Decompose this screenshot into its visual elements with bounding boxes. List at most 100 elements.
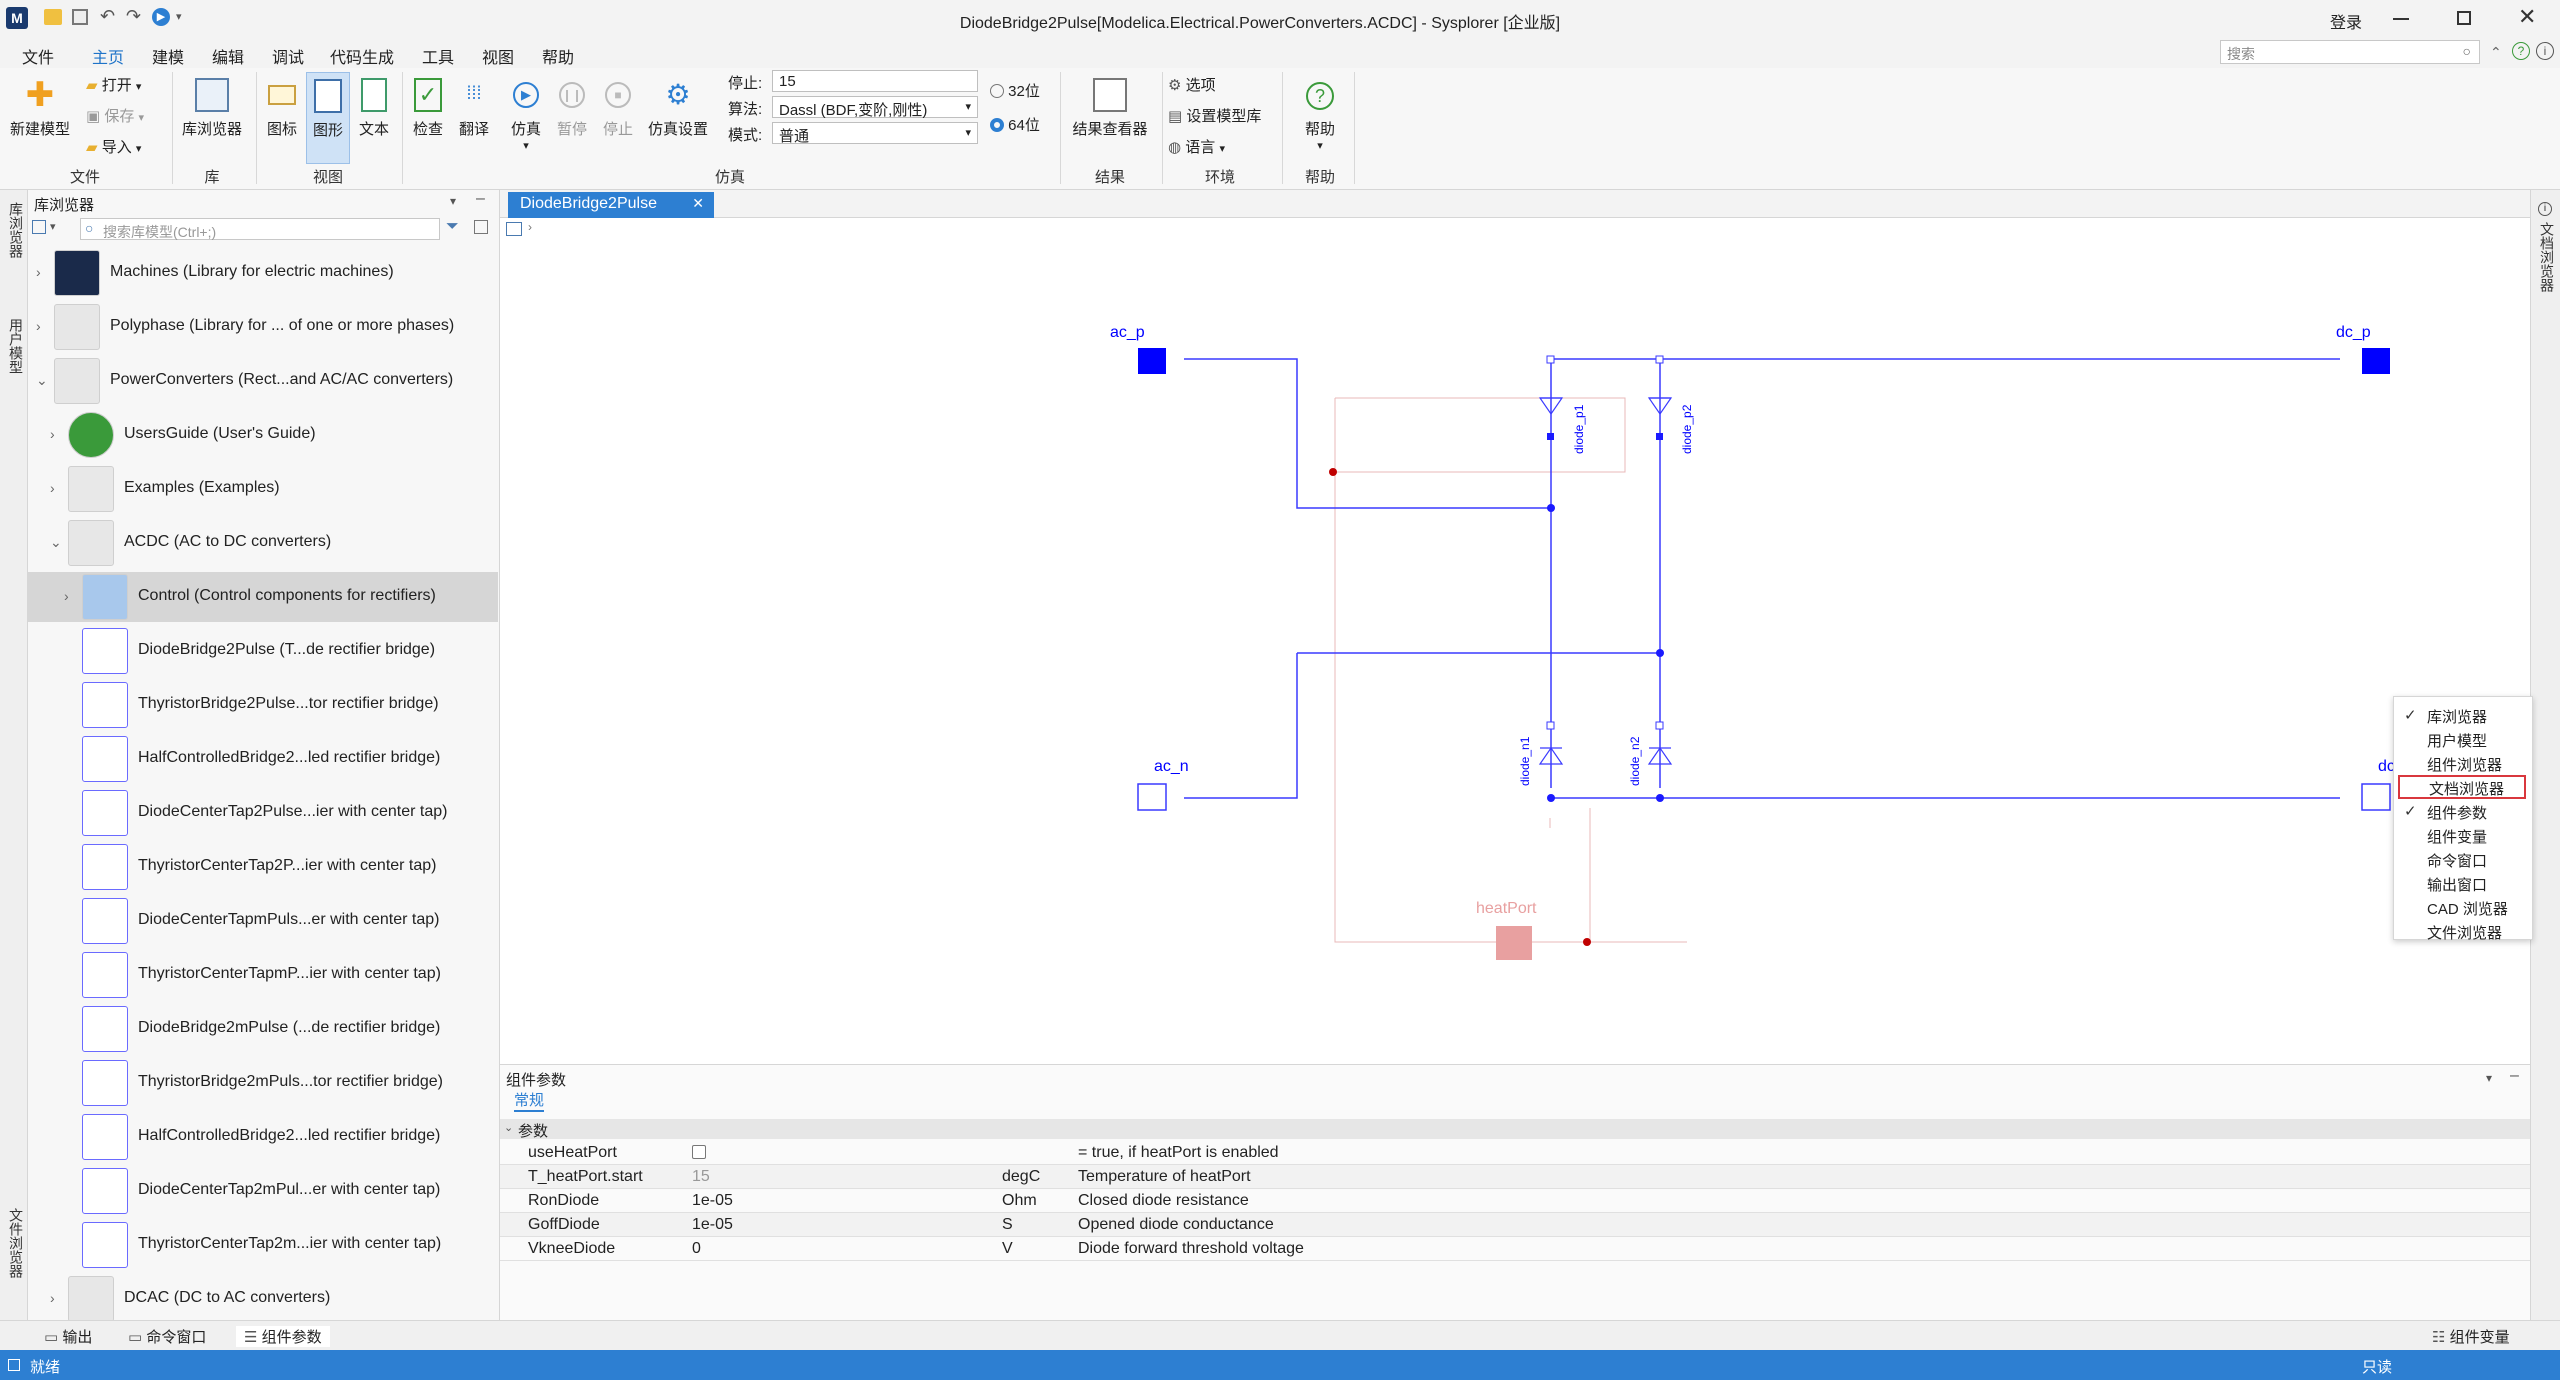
context-menu-item[interactable]: 文档浏览器 <box>2398 775 2526 799</box>
param-value[interactable]: 15 <box>692 1168 710 1186</box>
chevron-right-icon[interactable]: › <box>36 264 41 280</box>
tab-output[interactable]: ▭ 输出 <box>44 1326 92 1347</box>
params-section-header[interactable]: ⌄ 参数 <box>500 1119 2530 1140</box>
pause-button[interactable]: ❙❙ 暂停 <box>550 78 594 139</box>
panel-minimize-icon[interactable]: – <box>476 190 485 208</box>
menu-codegen[interactable]: 代码生成 <box>330 42 394 70</box>
set-library-button[interactable]: ▤ 设置模型库 <box>1168 105 1261 126</box>
diagram-canvas[interactable]: › ac_p dc_p ac_n heatPort diode_p1 diode… <box>500 218 2530 1064</box>
global-search-input[interactable]: 搜索 ○ <box>2220 40 2480 64</box>
param-value[interactable]: 1e-05 <box>692 1192 733 1210</box>
new-model-button[interactable]: ✚ 新建模型 <box>8 78 72 139</box>
library-tree-item[interactable]: › Polyphase (Library for ... of one or mo… <box>28 302 498 352</box>
collapse-ribbon-icon[interactable]: ⌃ <box>2490 44 2502 61</box>
menu-modeling[interactable]: 建模 <box>152 42 184 70</box>
params-tab-general[interactable]: 常规 <box>514 1089 545 1112</box>
doc-browser-side-tab[interactable]: 文档浏览器 <box>2537 222 2557 292</box>
chevron-right-icon[interactable]: › <box>50 480 55 496</box>
diagram-view-button[interactable]: 图形 <box>306 72 350 164</box>
context-menu-item[interactable]: 命令窗口 <box>2394 847 2532 871</box>
menu-help[interactable]: 帮助 <box>542 42 574 70</box>
minimize-icon[interactable] <box>2393 18 2409 20</box>
context-menu-item[interactable]: 文件浏览器 <box>2394 919 2532 943</box>
options-button[interactable]: ⚙ 选项 <box>1168 74 1216 95</box>
library-tree-item[interactable]: HalfControlledBridge2...led rectifier br… <box>28 1112 498 1162</box>
stop-button[interactable]: ■ 停止 <box>596 78 640 139</box>
context-menu-item[interactable]: 组件变量 <box>2394 823 2532 847</box>
simulate-button[interactable]: ▶ 仿真 ▾ <box>504 78 548 152</box>
user-model-side-tab[interactable]: 用户模型 <box>6 318 26 374</box>
chevron-down-icon[interactable]: ⌄ <box>50 534 62 551</box>
mode-select[interactable]: 普通 ▾ <box>772 122 978 145</box>
library-tree-item[interactable]: ⌄ ACDC (AC to DC converters) <box>28 518 498 568</box>
help-icon[interactable]: ? <box>2512 42 2530 60</box>
context-menu-item[interactable]: CAD 浏览器 <box>2394 895 2532 919</box>
library-tree-item[interactable]: › Examples (Examples) <box>28 464 498 514</box>
params-menu-icon[interactable]: ▾ <box>2486 1071 2492 1085</box>
param-value[interactable]: 0 <box>692 1240 701 1258</box>
menu-debug[interactable]: 调试 <box>272 42 304 70</box>
translate-button[interactable]: ⁞⁞⁞ 翻译 <box>452 78 496 139</box>
context-menu-item[interactable]: 组件浏览器 <box>2394 751 2532 775</box>
open-button[interactable]: ▰ 打开 ▾ <box>86 74 141 95</box>
library-tree-item[interactable]: ThyristorBridge2Pulse...tor rectifier br… <box>28 680 498 730</box>
tab-command[interactable]: ▭ 命令窗口 <box>128 1326 206 1347</box>
chevron-right-icon[interactable]: › <box>50 1290 55 1306</box>
close-icon[interactable]: ✕ <box>2518 4 2536 30</box>
library-tree-item[interactable]: ⌄ PowerConverters (Rect...and AC/AC conve… <box>28 356 498 406</box>
import-button[interactable]: ▰ 导入 ▾ <box>86 136 141 157</box>
library-tree-item[interactable]: DiodeBridge2mPulse (...de rectifier brid… <box>28 1004 498 1054</box>
save-button[interactable]: ▣ 保存 ▾ <box>86 105 144 126</box>
library-tree-item[interactable]: › DCAC (DC to AC converters) <box>28 1274 498 1324</box>
bit32-radio[interactable]: 32位 <box>990 80 1040 101</box>
param-value[interactable]: 1e-05 <box>692 1216 733 1234</box>
library-search-input[interactable]: ○ 搜索库模型(Ctrl+;) <box>80 218 440 240</box>
info-icon[interactable]: i <box>2536 42 2554 60</box>
panel-menu-icon[interactable]: ▾ <box>450 194 456 208</box>
use-heatport-checkbox[interactable] <box>692 1145 706 1159</box>
tab-close-icon[interactable]: ✕ <box>692 195 704 212</box>
library-tree-item[interactable]: ThyristorCenterTapmP...ier with center t… <box>28 950 498 1000</box>
params-minimize-icon[interactable]: – <box>2510 1067 2519 1085</box>
stop-time-input[interactable]: 15 <box>772 70 978 92</box>
library-tree-item[interactable]: ThyristorCenterTap2m...ier with center t… <box>28 1220 498 1270</box>
algorithm-select[interactable]: Dassl (BDF,变阶,刚性) ▾ <box>772 96 978 119</box>
library-tree-item[interactable]: DiodeCenterTap2mPul...er with center tap… <box>28 1166 498 1216</box>
tab-params[interactable]: ☰ 组件参数 <box>236 1326 330 1347</box>
text-view-button[interactable]: 文本 <box>352 78 396 139</box>
chevron-right-icon[interactable]: › <box>64 588 69 604</box>
library-tree-item[interactable]: ThyristorBridge2mPuls...tor rectifier br… <box>28 1058 498 1108</box>
library-tree-item[interactable]: HalfControlledBridge2...led rectifier br… <box>28 734 498 784</box>
tab-diodebridge2pulse[interactable]: DiodeBridge2Pulse ✕ <box>508 192 714 218</box>
library-browser-side-tab[interactable]: 库浏览器 <box>6 202 26 258</box>
library-tree-item[interactable]: DiodeCenterTap2Pulse...ier with center t… <box>28 788 498 838</box>
context-menu-item[interactable]: 用户模型 <box>2394 727 2532 751</box>
collapse-all-icon[interactable] <box>474 220 488 234</box>
library-view-dropdown-icon[interactable]: ▾ <box>50 220 56 233</box>
language-button[interactable]: ◍ 语言 ▾ <box>1168 136 1225 157</box>
icon-view-button[interactable]: 图标 <box>260 78 304 139</box>
menu-edit[interactable]: 编辑 <box>212 42 244 70</box>
menu-file[interactable]: 文件 <box>22 42 54 70</box>
login-link[interactable]: 登录 <box>2330 9 2362 33</box>
library-view-toggle-icon[interactable] <box>32 220 46 234</box>
chevron-down-icon[interactable]: ⌄ <box>36 372 48 389</box>
library-tree-item[interactable]: DiodeBridge2Pulse (T...de rectifier brid… <box>28 626 498 676</box>
chevron-right-icon[interactable]: › <box>36 318 41 334</box>
help-button[interactable]: ? 帮助 ▾ <box>1288 78 1352 152</box>
context-menu-item[interactable]: ✓ 库浏览器 <box>2394 703 2532 727</box>
result-viewer-button[interactable]: 结果查看器 <box>1066 78 1154 139</box>
library-tree-item[interactable]: ThyristorCenterTap2P...ier with center t… <box>28 842 498 892</box>
library-tree-item[interactable]: › UsersGuide (User's Guide) <box>28 410 498 460</box>
library-browser-button[interactable]: 库浏览器 <box>178 78 246 139</box>
library-tree-item[interactable]: DiodeCenterTapmPuls...er with center tap… <box>28 896 498 946</box>
context-menu-item[interactable]: ✓ 组件参数 <box>2394 799 2532 823</box>
file-browser-side-tab[interactable]: 文件浏览器 <box>6 1208 26 1278</box>
menu-view[interactable]: 视图 <box>482 42 514 70</box>
restore-icon[interactable] <box>2457 11 2471 25</box>
tab-variables[interactable]: ☷ 组件变量 <box>2432 1326 2510 1347</box>
menu-tools[interactable]: 工具 <box>422 42 454 70</box>
sim-settings-button[interactable]: ⚙ 仿真设置 <box>644 78 712 139</box>
library-tree-item[interactable]: › Control (Control components for rectifi… <box>28 572 498 622</box>
context-menu-item[interactable]: 输出窗口 <box>2394 871 2532 895</box>
